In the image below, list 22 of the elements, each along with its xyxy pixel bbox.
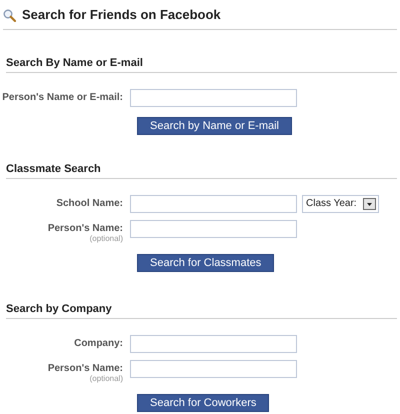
field-label: School Name: <box>56 198 123 209</box>
input-field[interactable] <box>130 89 297 107</box>
search-button[interactable]: Search for Classmates <box>137 254 274 272</box>
section-heading: Search by Company <box>6 303 397 319</box>
page-title: Search for Friends on Facebook <box>22 7 221 23</box>
field-label: Person's Name: <box>48 363 123 374</box>
section-heading: Classmate Search <box>6 163 397 179</box>
search-icon <box>3 8 16 22</box>
input-field[interactable] <box>130 195 297 213</box>
class-year-dropdown[interactable]: Class Year: <box>302 195 379 213</box>
field-label: Person's Name: <box>48 223 123 234</box>
field-label: Company: <box>74 338 123 349</box>
input-field[interactable] <box>130 360 297 378</box>
section-heading: Search By Name or E-mail <box>6 57 397 73</box>
search-button[interactable]: Search by Name or E-mail <box>137 117 292 135</box>
optional-note: (optional) <box>90 374 123 384</box>
optional-note: (optional) <box>90 234 123 244</box>
input-field[interactable] <box>130 335 297 353</box>
search-button[interactable]: Search for Coworkers <box>137 394 270 412</box>
caret-icon <box>362 198 376 210</box>
field-label: Person's Name or E-mail: <box>2 92 123 103</box>
input-field[interactable] <box>130 220 297 238</box>
